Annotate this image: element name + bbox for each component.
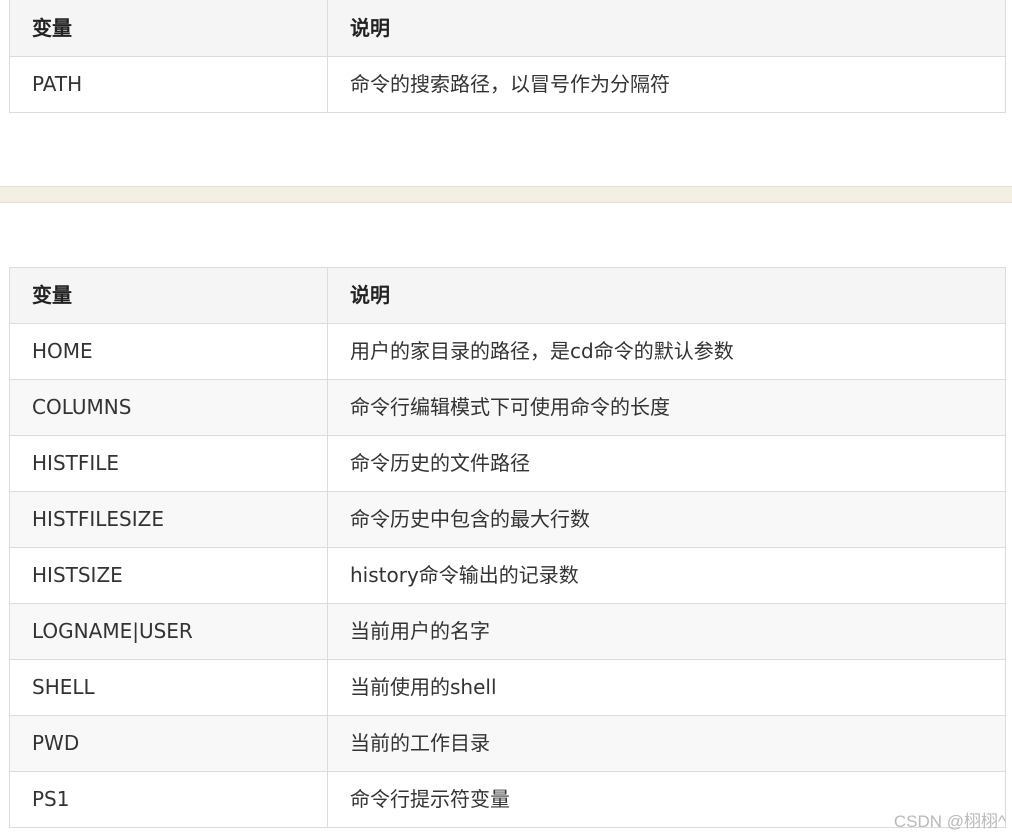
cell-variable: HISTFILESIZE (9, 491, 328, 548)
table-row: HISTSIZE history命令输出的记录数 (9, 547, 1006, 604)
cell-description: 当前的工作目录 (327, 715, 1006, 772)
header-variable: 变量 (9, 267, 328, 324)
cell-variable: HISTSIZE (9, 547, 328, 604)
cell-variable: PATH (9, 56, 328, 113)
table-row: PATH 命令的搜索路径，以冒号作为分隔符 (9, 56, 1006, 113)
cell-variable: HOME (9, 323, 328, 380)
cell-description: history命令输出的记录数 (327, 547, 1006, 604)
table-row: COLUMNS 命令行编辑模式下可使用命令的长度 (9, 379, 1006, 436)
cell-variable: PWD (9, 715, 328, 772)
watermark: CSDN @栩栩^ (893, 812, 1006, 831)
env-var-table: 变量 说明 HOME 用户的家目录的路径，是cd命令的默认参数 COLUMNS … (9, 267, 1006, 828)
env-var-table-path: 变量 说明 PATH 命令的搜索路径，以冒号作为分隔符 (9, 0, 1006, 113)
cell-variable: COLUMNS (9, 379, 328, 436)
table-row: HISTFILE 命令历史的文件路径 (9, 435, 1006, 492)
page: 变量 说明 PATH 命令的搜索路径，以冒号作为分隔符 变量 说明 HOME 用… (0, 0, 1012, 838)
table-row: PWD 当前的工作目录 (9, 715, 1006, 772)
table-row: SHELL 当前使用的shell (9, 659, 1006, 716)
cell-description: 当前使用的shell (327, 659, 1006, 716)
cell-description: 命令历史的文件路径 (327, 435, 1006, 492)
cell-description: 命令历史中包含的最大行数 (327, 491, 1006, 548)
table-row: HISTFILESIZE 命令历史中包含的最大行数 (9, 491, 1006, 548)
header-description: 说明 (327, 267, 1006, 324)
table-header-row: 变量 说明 (9, 0, 1006, 57)
section-divider (0, 186, 1012, 203)
cell-variable: LOGNAME|USER (9, 603, 328, 660)
cell-description: 命令的搜索路径，以冒号作为分隔符 (327, 56, 1006, 113)
cell-description: 用户的家目录的路径，是cd命令的默认参数 (327, 323, 1006, 380)
cell-variable: SHELL (9, 659, 328, 716)
header-variable: 变量 (9, 0, 328, 57)
table-row: LOGNAME|USER 当前用户的名字 (9, 603, 1006, 660)
cell-description: 当前用户的名字 (327, 603, 1006, 660)
table-row: PS1 命令行提示符变量 (9, 771, 1006, 828)
cell-variable: HISTFILE (9, 435, 328, 492)
cell-variable: PS1 (9, 771, 328, 828)
header-description: 说明 (327, 0, 1006, 57)
table-header-row: 变量 说明 (9, 267, 1006, 324)
cell-description: 命令行编辑模式下可使用命令的长度 (327, 379, 1006, 436)
table-row: HOME 用户的家目录的路径，是cd命令的默认参数 (9, 323, 1006, 380)
